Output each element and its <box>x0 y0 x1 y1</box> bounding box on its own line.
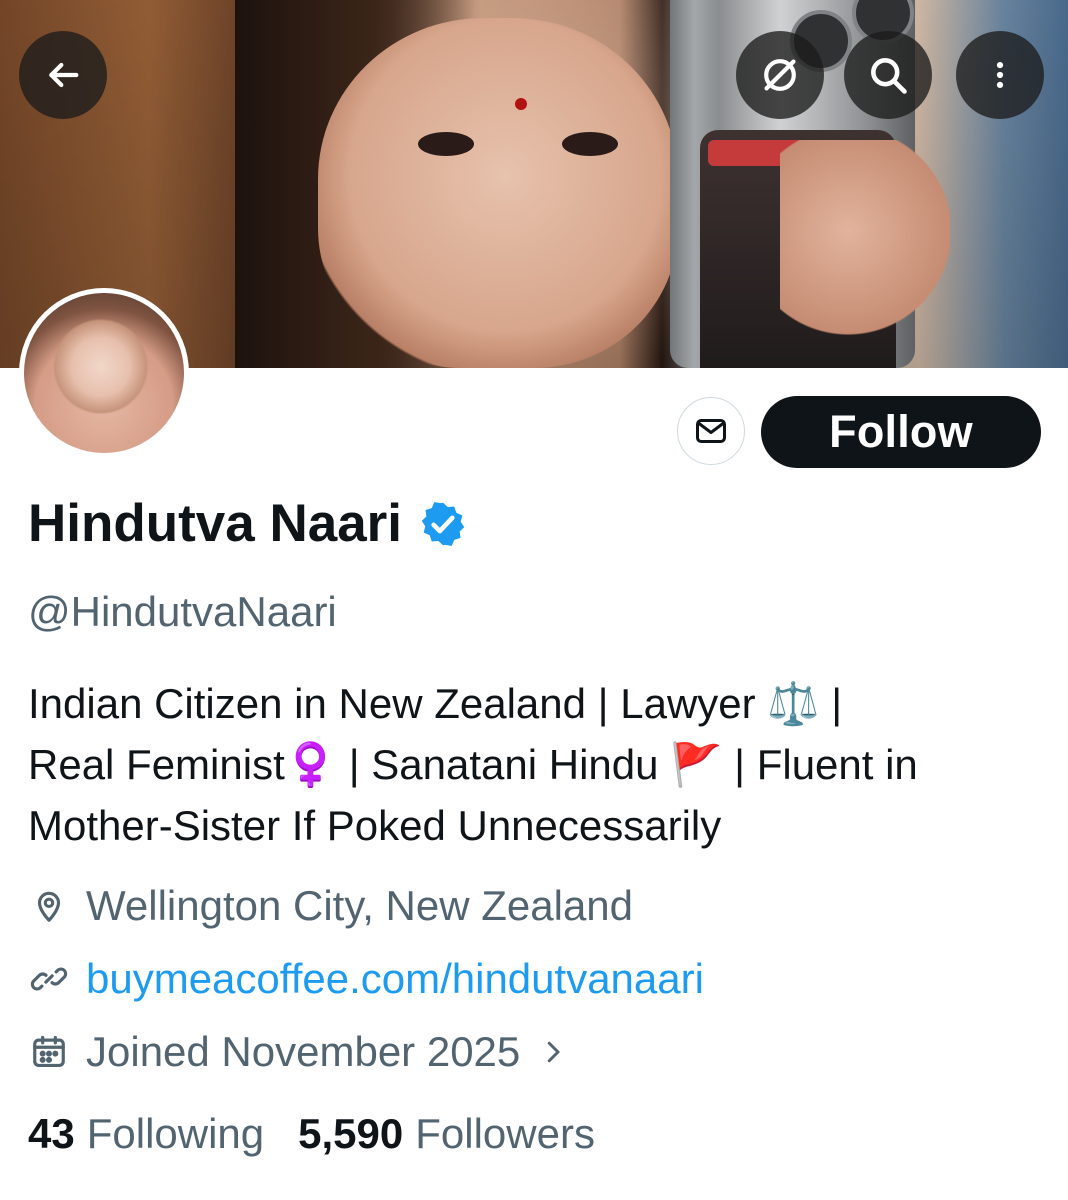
website-row[interactable]: buymeacoffee.com/hindutvanaari <box>30 958 704 1000</box>
followers-label: Followers <box>415 1110 595 1157</box>
more-vertical-icon <box>996 61 1004 89</box>
location-row: Wellington City, New Zealand <box>30 885 633 927</box>
arrow-left-icon <box>49 62 79 88</box>
display-name: Hindutva Naari <box>28 494 403 553</box>
banner-eye-left <box>418 132 474 156</box>
calendar-icon <box>33 1035 65 1068</box>
message-button[interactable] <box>677 397 745 465</box>
search-button[interactable] <box>844 31 932 119</box>
following-stat[interactable]: 43 Following <box>28 1113 264 1155</box>
grok-icon <box>764 59 796 91</box>
verified-badge-icon <box>421 501 465 546</box>
mail-icon <box>696 419 726 443</box>
more-button[interactable] <box>956 31 1044 119</box>
following-count: 43 <box>28 1110 75 1157</box>
location-text: Wellington City, New Zealand <box>86 882 634 929</box>
banner-bindi <box>515 98 527 110</box>
avatar[interactable] <box>19 288 189 458</box>
bio-line: Indian Citizen in New Zealand | Lawyer ⚖… <box>28 680 843 727</box>
follow-button[interactable]: Follow <box>761 396 1041 468</box>
location-pin-icon <box>37 891 61 922</box>
joined-row[interactable]: Joined November 2025 <box>30 1031 568 1073</box>
bio-line: Real Feminist♀️ | Sanatani Hindu 🚩 | Flu… <box>28 741 918 788</box>
banner-face <box>318 18 678 368</box>
website-link[interactable]: buymeacoffee.com/hindutvanaari <box>86 958 704 1000</box>
followers-count: 5,590 <box>298 1110 404 1157</box>
banner-hand <box>780 140 950 368</box>
profile-bio: Indian Citizen in New Zealand | Lawyer ⚖… <box>28 673 1028 856</box>
followers-stat[interactable]: 5,590 Followers <box>298 1113 595 1155</box>
following-label: Following <box>86 1110 265 1157</box>
joined-date: Joined November 2025 <box>86 1028 521 1075</box>
back-button[interactable] <box>19 31 107 119</box>
name-row: Hindutva Naari <box>28 497 468 550</box>
chevron-right-icon <box>548 1041 560 1063</box>
profile-handle: @HindutvaNaari <box>28 588 337 635</box>
grok-button[interactable] <box>736 31 824 119</box>
profile-stats: 43 Following 5,590 Followers <box>28 1113 595 1155</box>
banner-eye-right <box>562 132 618 156</box>
avatar-image <box>24 293 184 453</box>
link-icon <box>30 967 68 991</box>
bio-line: Mother-Sister If Poked Unnecessarily <box>28 802 722 849</box>
search-icon <box>871 58 907 94</box>
